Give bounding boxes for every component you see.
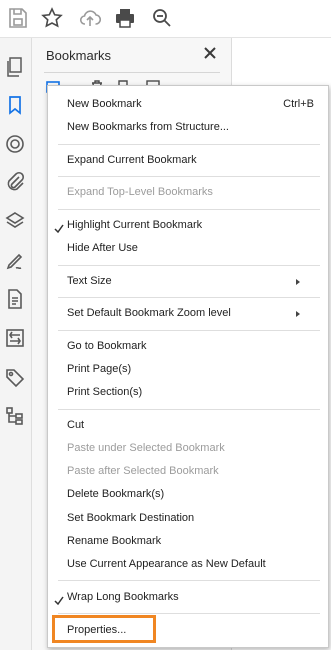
menu-item-text-size[interactable]: Text Size: [48, 272, 328, 292]
menu-item-label: Rename Bookmark: [67, 535, 162, 547]
menu-item-set-bookmark-destination[interactable]: Set Bookmark Destination: [48, 509, 328, 529]
menu-separator: [58, 297, 320, 298]
menu-separator: [58, 144, 320, 145]
menu-item-label: New Bookmarks from Structure...: [67, 121, 229, 133]
attachment-icon[interactable]: [4, 171, 26, 193]
menu-item-label: Wrap Long Bookmarks: [67, 591, 179, 603]
save-icon[interactable]: [6, 6, 30, 30]
bookmark-options-menu: New Bookmark Ctrl+B New Bookmarks from S…: [47, 85, 329, 648]
pages-icon[interactable]: [4, 56, 26, 78]
layers-icon[interactable]: [4, 210, 26, 232]
menu-item-label: Use Current Appearance as New Default: [67, 558, 266, 570]
menu-item-paste-under-selected-bookmark: Paste under Selected Bookmark: [48, 439, 328, 459]
print-icon[interactable]: [113, 6, 137, 30]
compare-icon[interactable]: [4, 327, 26, 349]
menu-item-hide-after-use[interactable]: Hide After Use: [48, 239, 328, 259]
menu-item-print-pages[interactable]: Print Page(s): [48, 360, 328, 380]
menu-item-new-bookmarks-from-structure[interactable]: New Bookmarks from Structure...: [48, 118, 328, 138]
menu-item-set-default-bookmark-zoom-level[interactable]: Set Default Bookmark Zoom level: [48, 304, 328, 324]
menu-separator: [58, 265, 320, 266]
menu-item-label: New Bookmark: [67, 98, 142, 110]
checkmark-icon: [54, 593, 64, 606]
menu-separator: [58, 580, 320, 581]
menu-separator: [58, 409, 320, 410]
menu-separator: [58, 613, 320, 614]
menu-item-label: Paste under Selected Bookmark: [67, 442, 225, 454]
menu-item-shortcut: Ctrl+B: [283, 98, 314, 110]
panel-divider: [44, 72, 220, 73]
target-icon[interactable]: [4, 133, 26, 155]
menu-item-use-current-appearance-as-new-default[interactable]: Use Current Appearance as New Default: [48, 555, 328, 575]
menu-separator: [58, 209, 320, 210]
star-icon[interactable]: [40, 6, 64, 30]
menu-item-wrap-long-bookmarks[interactable]: Wrap Long Bookmarks: [48, 588, 328, 608]
menu-item-label: Paste after Selected Bookmark: [67, 465, 219, 477]
submenu-arrow-icon: [296, 279, 300, 285]
menu-separator: [58, 330, 320, 331]
cloud-upload-icon[interactable]: [78, 6, 102, 30]
document-icon[interactable]: [4, 288, 26, 310]
menu-item-rename-bookmark[interactable]: Rename Bookmark: [48, 532, 328, 552]
menu-item-paste-after-selected-bookmark: Paste after Selected Bookmark: [48, 462, 328, 482]
checkmark-icon: [54, 221, 64, 234]
submenu-arrow-icon: [296, 311, 300, 317]
menu-item-label: Cut: [67, 419, 85, 431]
menu-item-label: Expand Current Bookmark: [67, 154, 197, 166]
menu-item-label: Text Size: [67, 275, 112, 287]
menu-item-print-sections[interactable]: Print Section(s): [48, 383, 328, 403]
menu-item-label: Print Page(s): [67, 363, 132, 375]
menu-item-label: Go to Bookmark: [67, 340, 147, 352]
tag-icon[interactable]: [4, 366, 26, 388]
menu-item-label: Highlight Current Bookmark: [67, 219, 203, 231]
menu-item-label: Expand Top-Level Bookmarks: [67, 186, 213, 198]
menu-item-label: Set Bookmark Destination: [67, 512, 195, 524]
left-navigation-bar: [0, 38, 32, 650]
menu-item-label: Set Default Bookmark Zoom level: [67, 307, 231, 319]
menu-item-delete-bookmarks[interactable]: Delete Bookmark(s): [48, 485, 328, 505]
menu-item-cut[interactable]: Cut: [48, 416, 328, 436]
panel-title: Bookmarks: [46, 48, 112, 63]
menu-item-new-bookmark[interactable]: New Bookmark Ctrl+B: [48, 95, 328, 115]
top-toolbar: [0, 0, 331, 38]
menu-item-label: Hide After Use: [67, 242, 138, 254]
menu-item-label: Delete Bookmark(s): [67, 488, 165, 500]
close-icon[interactable]: [202, 45, 218, 61]
menu-item-go-to-bookmark[interactable]: Go to Bookmark: [48, 337, 328, 357]
signature-icon[interactable]: [4, 250, 26, 272]
structure-icon[interactable]: [4, 405, 26, 427]
bookmark-icon[interactable]: [4, 94, 26, 116]
menu-item-expand-current-bookmark[interactable]: Expand Current Bookmark: [48, 151, 328, 171]
zoom-icon[interactable]: [150, 6, 174, 30]
properties-highlight-box: [52, 615, 156, 643]
menu-item-label: Print Section(s): [67, 386, 143, 398]
menu-item-expand-top-level-bookmarks: Expand Top-Level Bookmarks: [48, 183, 328, 203]
menu-separator: [58, 176, 320, 177]
menu-item-highlight-current-bookmark[interactable]: Highlight Current Bookmark: [48, 216, 328, 236]
